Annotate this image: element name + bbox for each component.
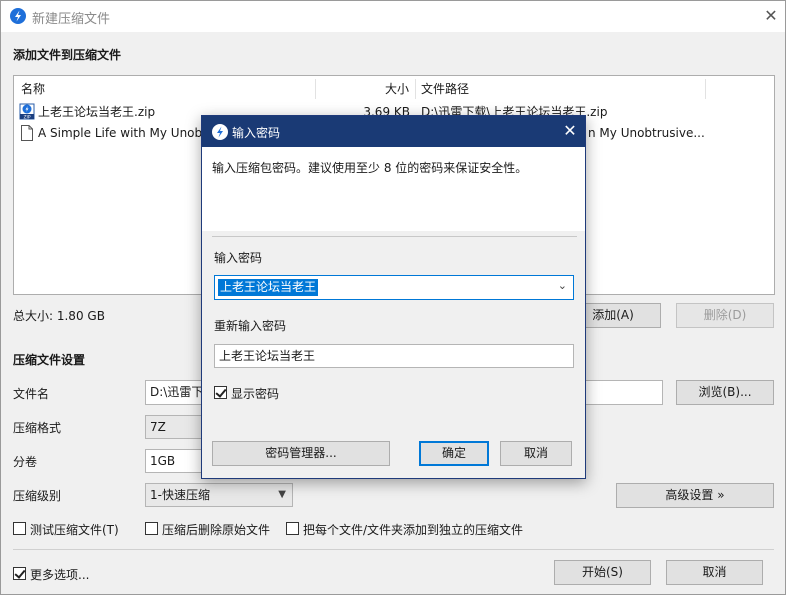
dialog-close-button[interactable]: ✕ <box>558 120 582 142</box>
filename-label: 文件名 <box>13 387 50 401</box>
document-icon <box>21 125 33 141</box>
divider <box>13 549 774 550</box>
column-separator <box>415 79 416 99</box>
window-title: 新建压缩文件 <box>32 12 111 27</box>
delete-after-checkbox[interactable] <box>145 522 158 535</box>
separate-archives-label: 把每个文件/文件夹添加到独立的压缩文件 <box>303 523 524 537</box>
divider <box>212 236 577 237</box>
format-label: 压缩格式 <box>13 421 62 435</box>
more-options-checkbox[interactable] <box>13 567 26 580</box>
password-label: 输入密码 <box>214 251 263 265</box>
column-separator <box>315 79 316 99</box>
browse-button[interactable]: 浏览(B)... <box>676 380 774 405</box>
file-path: n My Unobtrusive... <box>588 126 705 140</box>
app-logo-icon <box>212 124 228 140</box>
dialog-info-panel: 输入压缩包密码。建议使用至少 8 位的密码来保证安全性。 <box>202 147 585 231</box>
window-close-button[interactable]: ✕ <box>759 5 783 27</box>
test-archive-checkbox[interactable] <box>13 522 26 535</box>
level-value: 1-快速压缩 <box>150 488 210 502</box>
delete-button[interactable]: 删除(D) <box>676 303 774 328</box>
chevron-down-icon: ▼ <box>278 489 286 500</box>
ok-button[interactable]: 确定 <box>419 441 489 466</box>
advanced-settings-button[interactable]: 高级设置 » <box>616 483 774 508</box>
app-logo-icon <box>10 8 26 24</box>
separate-archives-checkbox[interactable] <box>286 522 299 535</box>
confirm-password-input[interactable]: 上老王论坛当老王 <box>214 344 574 368</box>
dialog-title: 输入密码 <box>232 126 281 140</box>
dialog-info-text: 输入压缩包密码。建议使用至少 8 位的密码来保证安全性。 <box>212 161 528 175</box>
volume-value: 1GB <box>150 454 176 468</box>
archive-settings-heading: 压缩文件设置 <box>13 353 86 367</box>
total-size: 总大小: 1.80 GB <box>13 309 105 323</box>
title-bar: 新建压缩文件 ✕ <box>1 1 785 32</box>
column-header-size[interactable]: 大小 <box>385 76 409 102</box>
format-value: 7Z <box>150 420 166 434</box>
password-manager-button[interactable]: 密码管理器... <box>212 441 390 466</box>
file-name: A Simple Life with My Unobtrusive Sister… <box>38 126 208 140</box>
dialog-title-bar: 输入密码 ✕ <box>202 116 585 147</box>
add-files-heading: 添加文件到压缩文件 <box>13 48 122 62</box>
delete-after-label: 压缩后删除原始文件 <box>162 523 271 537</box>
password-input[interactable]: 上老王论坛当老王 ⌄ <box>214 275 574 300</box>
level-select[interactable]: 1-快速压缩 ▼ <box>145 483 293 507</box>
more-options-label: 更多选项... <box>30 568 90 582</box>
show-password-label: 显示密码 <box>231 387 280 401</box>
column-separator <box>705 79 706 99</box>
cancel-button[interactable]: 取消 <box>666 560 763 585</box>
level-label: 压缩级别 <box>13 489 62 503</box>
start-button[interactable]: 开始(S) <box>554 560 651 585</box>
password-dialog: 输入密码 ✕ 输入压缩包密码。建议使用至少 8 位的密码来保证安全性。 输入密码… <box>201 115 586 479</box>
test-archive-label: 测试压缩文件(T) <box>30 523 119 537</box>
confirm-password-label: 重新输入密码 <box>214 319 287 333</box>
column-header-path[interactable]: 文件路径 <box>421 76 469 102</box>
show-password-checkbox[interactable] <box>214 386 227 399</box>
password-value: 上老王论坛当老王 <box>218 279 319 296</box>
zip-file-icon: ZIP <box>19 103 35 120</box>
column-header-name[interactable]: 名称 <box>21 76 45 102</box>
volume-label: 分卷 <box>13 455 38 469</box>
chevron-down-icon[interactable]: ⌄ <box>558 279 567 292</box>
dialog-cancel-button[interactable]: 取消 <box>500 441 572 466</box>
svg-text:ZIP: ZIP <box>23 114 30 120</box>
